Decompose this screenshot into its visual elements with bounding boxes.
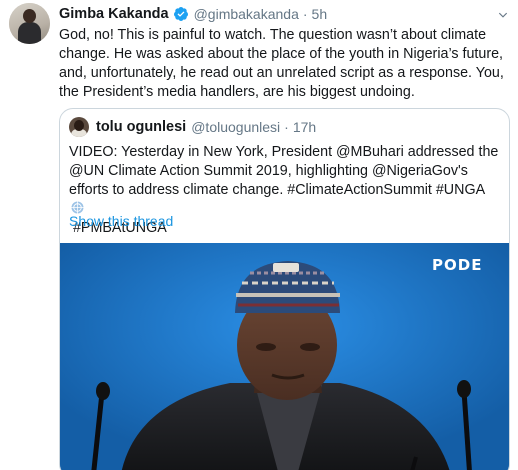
tweet-timestamp[interactable]: 5h bbox=[312, 6, 328, 22]
quoted-tweet[interactable]: tolu ogunlesi @toluogunlesi · 17h VIDEO:… bbox=[59, 108, 510, 470]
author-name[interactable]: Gimba Kakanda bbox=[59, 6, 169, 22]
tweet[interactable]: Gimba Kakanda @gimbakakanda · 5h God, no… bbox=[0, 0, 518, 470]
separator-dot: · bbox=[302, 6, 308, 22]
quoted-author-avatar[interactable] bbox=[69, 117, 89, 137]
video-player[interactable]: PODE bbox=[60, 243, 509, 470]
show-thread-link[interactable]: Show this thread bbox=[69, 213, 173, 229]
quoted-tweet-timestamp[interactable]: 17h bbox=[293, 119, 316, 135]
tweet-text: God, no! This is painful to watch. The q… bbox=[59, 27, 504, 100]
quoted-tweet-body: VIDEO: Yesterday in New York, President … bbox=[69, 144, 499, 198]
quoted-author-handle[interactable]: @toluogunlesi bbox=[191, 119, 280, 135]
verified-badge-icon bbox=[173, 7, 188, 21]
author-avatar[interactable] bbox=[9, 3, 50, 44]
video-frame bbox=[60, 243, 509, 470]
quoted-tweet-header: tolu ogunlesi @toluogunlesi · 17h bbox=[69, 117, 316, 137]
quoted-author-name[interactable]: tolu ogunlesi bbox=[96, 119, 186, 135]
tweet-header: Gimba Kakanda @gimbakakanda · 5h bbox=[59, 4, 327, 24]
author-handle[interactable]: @gimbakakanda bbox=[194, 6, 299, 22]
video-watermark: PODE bbox=[432, 256, 483, 274]
separator-dot: · bbox=[284, 119, 289, 135]
chevron-down-icon[interactable] bbox=[496, 8, 510, 22]
